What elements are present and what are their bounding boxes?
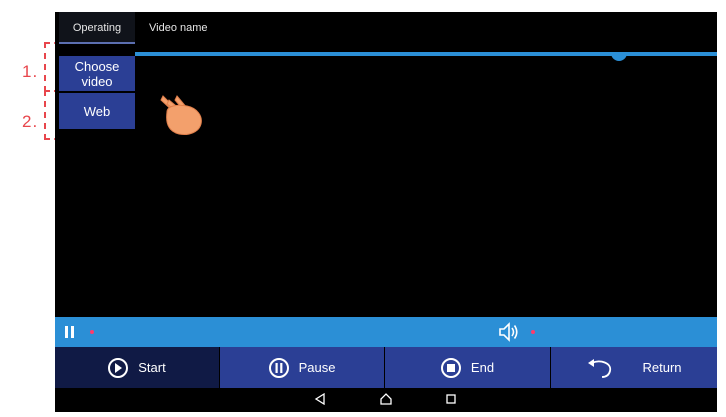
status-dot [90,330,94,334]
end-button[interactable]: End [385,347,550,388]
pause-circle-icon [268,357,289,378]
pause-icon[interactable] [64,326,76,338]
return-button[interactable]: Return [551,347,717,388]
device-screen: Operating Video name Choose video Web St… [55,12,717,412]
choose-video-button[interactable]: Choose video [59,56,135,91]
start-label: Start [138,360,166,375]
choose-video-label-line1: Choose [74,58,120,74]
android-nav-bar [55,388,717,412]
volume-icon[interactable] [498,322,520,342]
choose-video-label-line2: video [81,73,113,89]
tab-video-name[interactable]: Video name [149,12,208,44]
home-icon[interactable] [380,393,392,405]
pause-button[interactable]: Pause [220,347,384,388]
tab-operating[interactable]: Operating [59,12,135,44]
play-circle-icon [108,357,129,378]
video-progress-bar[interactable] [135,52,717,56]
playback-control-bar [55,317,717,347]
back-icon[interactable] [314,393,326,405]
return-arrow-icon [588,358,612,378]
start-button[interactable]: Start [55,347,219,388]
progress-handle[interactable] [611,53,627,61]
pause-label: Pause [298,360,336,375]
end-label: End [470,360,495,375]
control-buttons: Start Pause End Return [55,347,717,388]
volume-dot [531,330,535,334]
annotation-step-1: 1. [22,62,39,81]
recents-icon[interactable] [445,393,457,405]
return-label: Return [642,360,682,375]
top-bar: Operating Video name [55,12,717,44]
annotation-step-2: 2. [22,112,39,131]
web-label: Web [83,103,111,119]
pointing-hand-icon [160,95,202,135]
stop-circle-icon [440,357,461,378]
web-button[interactable]: Web [59,93,135,129]
